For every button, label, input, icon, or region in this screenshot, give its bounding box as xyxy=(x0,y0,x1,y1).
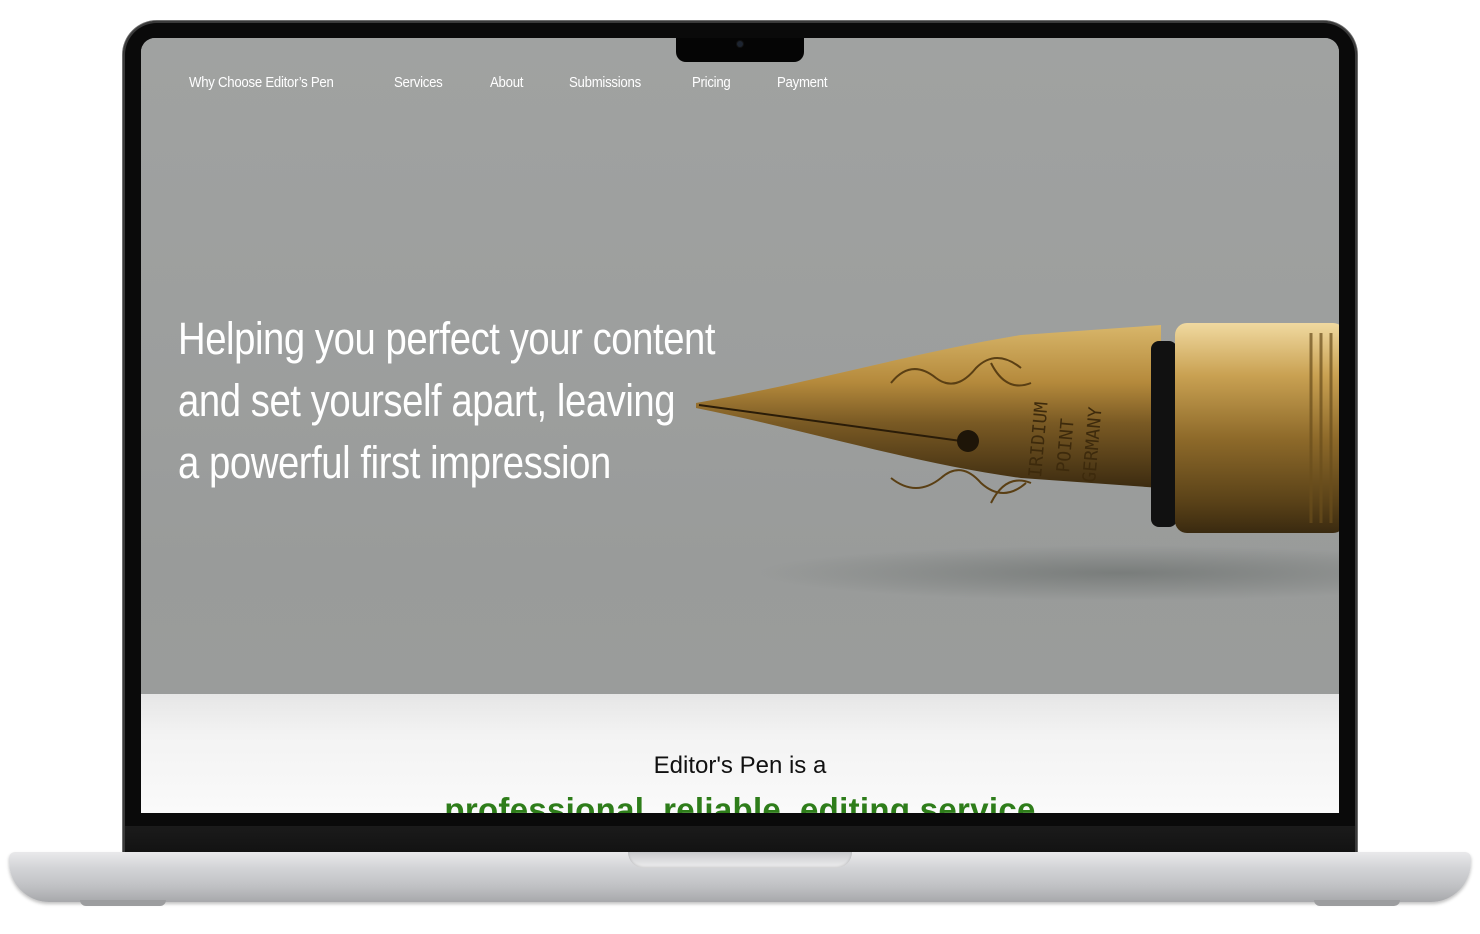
nav-item-pricing[interactable]: Pricing xyxy=(692,74,731,91)
nav-item-about[interactable]: About xyxy=(490,74,523,91)
main-nav: Why Choose Editor’s Pen Services About S… xyxy=(189,74,875,91)
intro-text: Editor's Pen is a xyxy=(653,752,827,779)
intro-section: Editor's Pen is a professional, reliable… xyxy=(141,694,1339,813)
intro-tagline: professional, reliable, editing service xyxy=(444,791,1036,813)
laptop-mockup: Why Choose Editor’s Pen Services About S… xyxy=(0,0,1480,934)
hero-headline: Helping you perfect your content and set… xyxy=(178,308,778,494)
hero-headline-line-1: Helping you perfect your content xyxy=(178,313,716,364)
hero-section: Why Choose Editor’s Pen Services About S… xyxy=(141,38,1339,694)
camera-icon xyxy=(737,41,743,47)
fountain-pen-image: IRIDIUM POINT GERMANY xyxy=(696,323,1339,533)
screen-notch xyxy=(676,38,804,62)
base-thumb-notch xyxy=(628,852,852,868)
nav-item-why-choose[interactable]: Why Choose Editor’s Pen xyxy=(189,74,334,91)
nav-item-services[interactable]: Services xyxy=(394,74,443,91)
laptop-screen: Why Choose Editor’s Pen Services About S… xyxy=(141,38,1339,813)
laptop-foot-left xyxy=(80,900,166,906)
hero-headline-line-2: and set yourself apart, leaving xyxy=(178,375,676,426)
nav-item-payment[interactable]: Payment xyxy=(777,74,828,91)
nav-item-submissions[interactable]: Submissions xyxy=(569,74,641,91)
laptop-foot-right xyxy=(1314,900,1400,906)
hero-headline-line-3: a powerful first impression xyxy=(178,437,611,488)
laptop-base xyxy=(9,852,1471,902)
